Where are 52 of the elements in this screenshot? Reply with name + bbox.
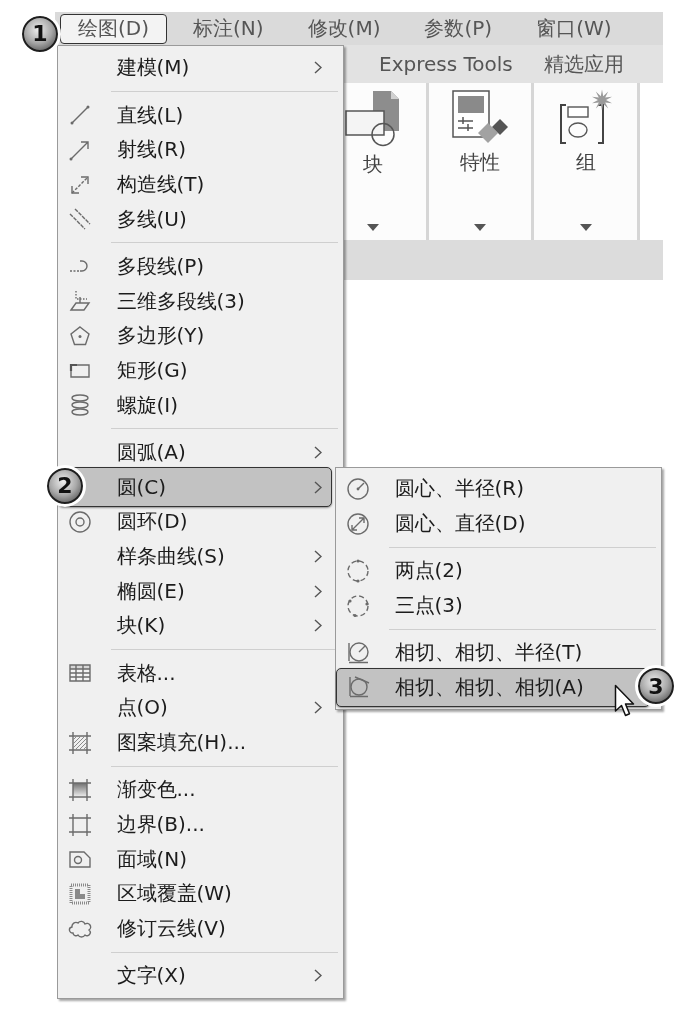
ribbon-button[interactable]: 块 (344, 89, 401, 178)
menu-item[interactable]: 文字(X) (58, 958, 343, 994)
menu-item[interactable]: 图案填充(H)... (58, 725, 343, 760)
menu-item[interactable]: 直线(L) (58, 97, 343, 133)
concentric-circles-icon (68, 509, 92, 534)
menu-bar-item[interactable]: 标注(N) (175, 13, 282, 44)
group-bracket-icon (558, 89, 613, 145)
dashed-circle-icon (346, 593, 370, 618)
menu-item[interactable]: 建模(M) (58, 50, 343, 86)
gradient-square-icon (68, 777, 92, 802)
3d-polyline-icon (68, 289, 92, 314)
menu-bar-item[interactable]: 参数(P) (406, 13, 511, 44)
menu-item[interactable]: 多线(U) (58, 201, 343, 237)
mouse-cursor-icon (614, 684, 636, 718)
spring-icon (68, 393, 92, 418)
menu-item[interactable]: 螺旋(I) (58, 387, 343, 423)
square-frame-icon (68, 812, 92, 837)
callout-number: 2 (44, 464, 86, 507)
circle-radius-icon (346, 476, 370, 501)
menu-item[interactable]: 矩形(G) (58, 353, 343, 388)
tangent-circle-radius-icon (346, 640, 370, 665)
menu-item[interactable]: 圆心、半径(R) (336, 471, 661, 507)
menu-item[interactable]: 三维多段线(3) (58, 283, 343, 319)
dotted-square-icon (68, 881, 92, 906)
caret-down-icon[interactable] (474, 224, 486, 231)
parallel-lines-icon (68, 207, 92, 232)
callout-number: 3 (635, 665, 677, 708)
ribbon-button[interactable]: 组 (558, 89, 613, 176)
ribbon-tab[interactable]: Express Tools (367, 48, 525, 80)
caret-down-icon[interactable] (579, 224, 592, 231)
menu-item[interactable]: 多段线(P) (58, 249, 343, 284)
menu-item[interactable]: 区域覆盖(W) (58, 876, 343, 912)
menu-bar-item[interactable]: 绘图(D) (60, 13, 167, 44)
dashed-circle-icon (346, 558, 370, 583)
menu-item[interactable]: 渐变色... (58, 772, 343, 808)
menu-item[interactable]: 多边形(Y) (58, 318, 343, 354)
menu-item[interactable]: 面域(N) (58, 841, 343, 877)
menu-item[interactable]: 相切、相切、相切(A) (336, 667, 650, 708)
circle-diameter-icon (346, 511, 370, 536)
pentagon-icon (68, 323, 92, 348)
hatched-square-icon (68, 730, 92, 755)
menu-item[interactable]: 边界(B)... (58, 807, 343, 842)
ribbon-button[interactable]: 特性 (451, 89, 509, 176)
ribbon-tab[interactable]: 精选应用 (531, 48, 636, 80)
menu-bar-item[interactable]: 窗口(W) (518, 13, 630, 44)
tangent-circle-icon (346, 675, 370, 700)
caret-down-icon[interactable] (366, 224, 379, 231)
menu-item[interactable]: 构造线(T) (58, 167, 343, 202)
menu-item[interactable]: 修订云线(V) (58, 911, 343, 946)
menu-item[interactable]: 射线(R) (58, 132, 343, 168)
menu-bar-item[interactable]: 修改(M) (289, 13, 399, 44)
sheet-brush-icon (451, 89, 509, 145)
